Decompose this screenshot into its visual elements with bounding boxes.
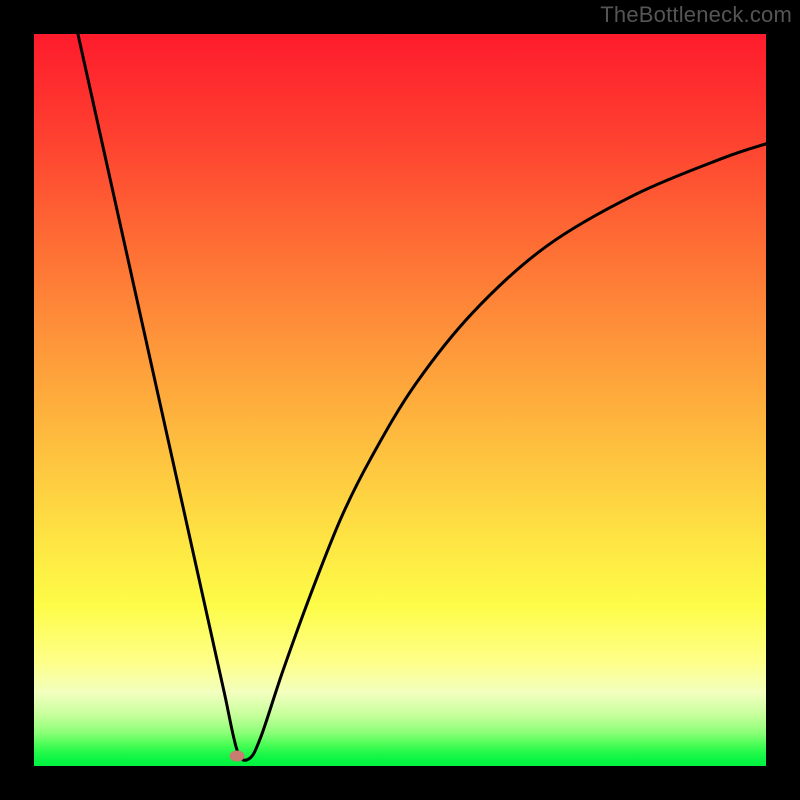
attribution-text: TheBottleneck.com [600,2,792,28]
plot-area [34,34,766,766]
chart-frame: TheBottleneck.com [0,0,800,800]
min-marker [230,750,245,761]
bottleneck-curve [78,34,766,760]
curve-svg [34,34,766,766]
